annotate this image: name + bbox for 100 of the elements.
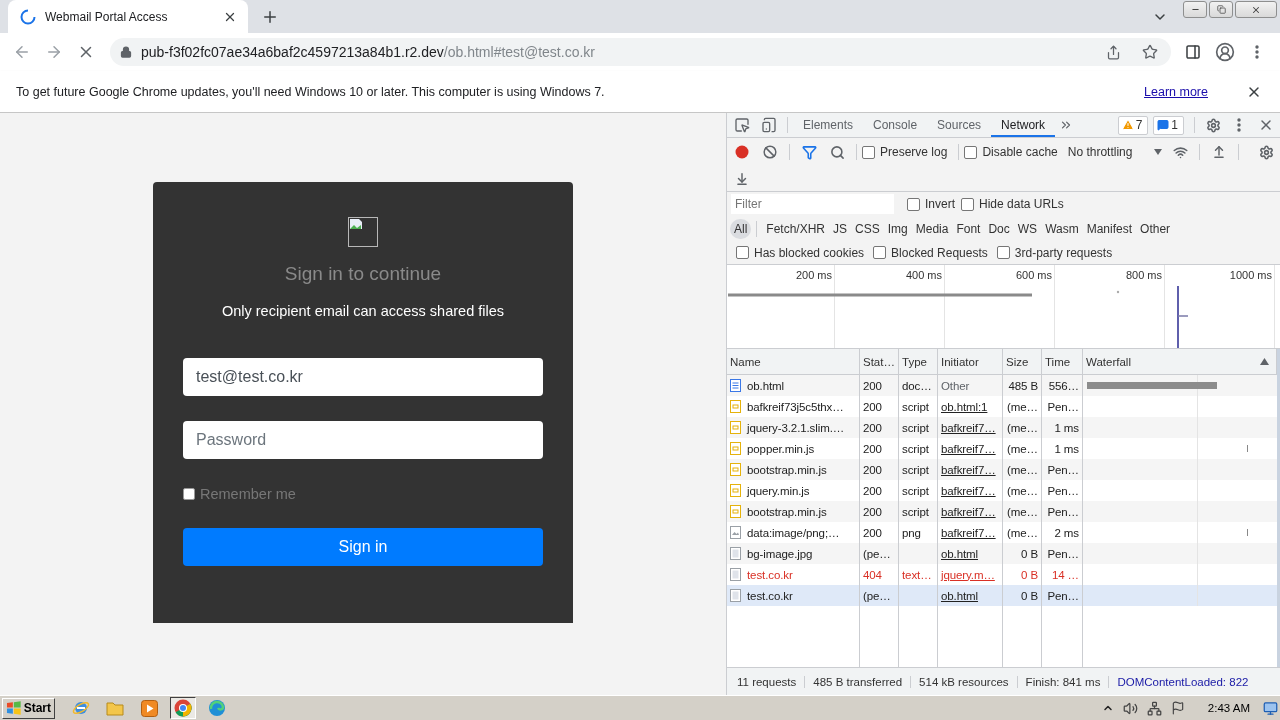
type-filter[interactable]: Img	[883, 218, 912, 239]
devtools-tab[interactable]: Console	[863, 113, 928, 137]
type-filter[interactable]: Media	[911, 218, 953, 239]
checkbox-label[interactable]: Has blocked cookies	[754, 245, 865, 260]
messages-button[interactable]: 1	[1153, 115, 1184, 135]
devtools-tab[interactable]: Elements	[793, 113, 864, 137]
request-size: (me…	[1007, 442, 1038, 455]
lock-icon	[120, 46, 132, 58]
checkbox[interactable]	[964, 145, 978, 159]
filter-field[interactable]: Filter	[731, 194, 894, 214]
request-size: (me…	[1007, 505, 1038, 518]
email-field[interactable]: test@test.co.kr	[183, 358, 543, 396]
initiator-link[interactable]: bafkreif7…	[941, 484, 996, 497]
vertical-dots-icon	[1237, 118, 1241, 132]
throttling-select[interactable]: No throttling	[1063, 145, 1167, 159]
initiator-link[interactable]: bafkreif7…	[941, 526, 996, 539]
checkbox[interactable]	[961, 197, 974, 211]
request-row[interactable]: ob.html 200 doc… Other 485 B 556…	[727, 375, 1277, 396]
taskbar-app-button[interactable]	[170, 697, 196, 719]
restore-button[interactable]	[1209, 1, 1233, 18]
share-icon	[1105, 44, 1121, 60]
column-header[interactable]: Initiator	[938, 349, 1003, 374]
request-row[interactable]: test.co.kr (pe… ob.html 0 B Pen…	[727, 585, 1277, 606]
request-time: Pen…	[1047, 463, 1079, 476]
checkbox-label[interactable]: Disable cache	[982, 145, 1058, 159]
column-header[interactable]: Type	[899, 349, 938, 374]
request-time: Pen…	[1047, 547, 1079, 560]
four-tiles-icon	[6, 701, 22, 715]
type-filter[interactable]: Manifest	[1082, 218, 1137, 239]
password-field[interactable]: Password	[183, 421, 543, 459]
request-size: (me…	[1007, 421, 1038, 434]
initiator-link[interactable]: bafkreif7…	[941, 505, 996, 518]
minimize-button[interactable]	[1183, 1, 1207, 18]
checkbox[interactable]	[873, 246, 887, 259]
request-name: bafkreif73j5c5thx…	[747, 400, 844, 413]
type-filter[interactable]: Wasm	[1041, 218, 1083, 239]
script-file-icon	[730, 505, 741, 518]
script-file-icon	[730, 421, 741, 434]
checkbox-label[interactable]: Preserve log	[880, 145, 948, 159]
tab-title: Webmail Portal Access	[45, 9, 169, 24]
checkbox-label[interactable]: Hide data URLs	[979, 197, 1064, 211]
sign-in-subtitle: Only recipient email can access shared files	[221, 302, 505, 321]
browser-tab[interactable]: Webmail Portal Access	[8, 0, 248, 33]
status-code: 200	[863, 379, 882, 392]
checkbox[interactable]	[996, 246, 1010, 259]
request-size: (me…	[1007, 526, 1038, 539]
request-row[interactable]: bg-image.jpg (pe… ob.html 0 B Pen…	[727, 543, 1277, 564]
learn-more-link[interactable]: Learn more	[1144, 84, 1208, 99]
checkbox-label[interactable]: Invert	[925, 197, 955, 211]
status-text: DOMContentLoaded: 822	[1108, 675, 1257, 688]
status-code: 200	[863, 421, 882, 434]
initiator-link[interactable]: bafkreif7…	[941, 442, 996, 455]
request-type: script	[902, 463, 929, 476]
address-bar[interactable]: pub-f3f02fc07ae34a6baf2c4597213a84b1.r2.dev/ob.html#test@test.co.kr	[110, 38, 1171, 66]
warnings-button[interactable]: 7	[1117, 115, 1149, 135]
type-filter[interactable]: JS	[829, 218, 852, 239]
initiator-link[interactable]: ob.html:1	[941, 400, 988, 413]
close-window-button[interactable]	[1235, 1, 1277, 18]
type-filter[interactable]: Doc	[984, 218, 1014, 239]
type-filter[interactable]: Other	[1136, 218, 1175, 239]
checkbox[interactable]	[907, 197, 920, 211]
request-row[interactable]: jquery-3.2.1.slim.… 200 script bafkreif7… (me… 1 ms	[727, 417, 1277, 438]
type-filter[interactable]: Font	[952, 218, 985, 239]
type-filter[interactable]: All	[730, 218, 752, 239]
column-header[interactable]: Name	[727, 349, 860, 374]
checkbox[interactable]	[862, 145, 875, 159]
sign-in-button[interactable]: Sign in	[183, 528, 543, 566]
start-button[interactable]: Start	[2, 697, 55, 719]
type-filter[interactable]: WS	[1013, 218, 1042, 239]
tablet-phone-icon	[760, 117, 777, 133]
close-icon	[1258, 117, 1274, 133]
devtools-tab[interactable]: Sources	[927, 113, 992, 137]
checkbox[interactable]	[736, 246, 749, 259]
remember-checkbox[interactable]	[183, 488, 195, 500]
initiator-link[interactable]: jquery.m…	[941, 568, 995, 581]
type-filter[interactable]: CSS	[851, 218, 884, 239]
column-header[interactable]: Time	[1042, 349, 1083, 374]
initiator-link[interactable]: bafkreif7…	[941, 421, 996, 434]
request-name: bootstrap.min.js	[747, 505, 827, 518]
initiator-link[interactable]: ob.html	[941, 547, 978, 560]
column-header[interactable]: Waterfall	[1083, 349, 1277, 374]
checkbox-label[interactable]: 3rd-party requests	[1014, 245, 1113, 260]
initiator-link[interactable]: ob.html	[941, 589, 978, 602]
pointer-square-icon	[733, 117, 750, 133]
type-filter[interactable]: Fetch/XHR	[762, 218, 830, 239]
request-row[interactable]: bootstrap.min.js 200 script bafkreif7… (me… Pen…	[727, 501, 1277, 522]
status-code: 200	[863, 505, 882, 518]
request-row[interactable]: bootstrap.min.js 200 script bafkreif7… (me… Pen…	[727, 459, 1277, 480]
column-header[interactable]: Size	[1003, 349, 1042, 374]
request-type: script	[902, 484, 929, 497]
image-file-icon	[730, 526, 741, 539]
request-type: script	[902, 442, 929, 455]
linked-boxes-icon	[1146, 700, 1162, 716]
request-time: 14 …	[1051, 568, 1079, 581]
checkbox-label[interactable]: Blocked Requests	[891, 245, 988, 260]
upload-icon	[1212, 145, 1227, 159]
status-code: (pe…	[863, 589, 891, 602]
initiator-link[interactable]: bafkreif7…	[941, 463, 996, 476]
column-header[interactable]: Stat…	[860, 349, 899, 374]
request-size: (me…	[1007, 484, 1038, 497]
